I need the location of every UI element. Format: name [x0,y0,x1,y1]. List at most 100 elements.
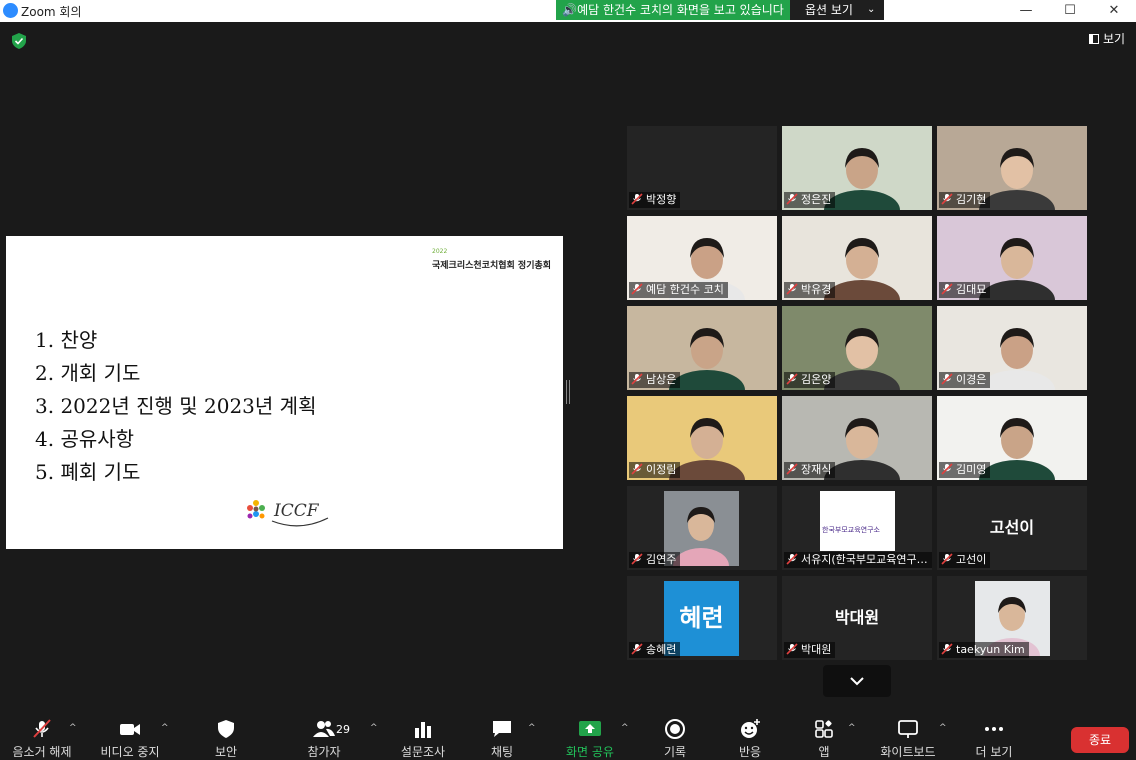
participant-logo-image: 한국부모교육연구소 [820,491,895,551]
polls-button[interactable]: 설문조사 [383,705,463,759]
view-options-button[interactable]: 옵션 보기 ⌄ [790,0,884,20]
security-button[interactable]: 보안 [186,705,266,759]
participant-name: taekyun Kim [956,643,1025,656]
participant-tile[interactable]: 예담 한건수 코치 [627,216,777,300]
caret-up-icon[interactable]: ^ [621,723,629,733]
mic-muted-icon [786,373,798,385]
participant-name: 김온양 [801,373,832,386]
mic-muted-icon [631,553,643,565]
participant-tile[interactable]: 김미영 [937,396,1087,480]
participant-display-name: 고선이 [989,518,1035,537]
panel-splitter-handle[interactable] [566,380,570,404]
participant-name-label: 박정향 [629,192,681,208]
agenda-item: 2. 개회 기도 [35,361,141,385]
view-label: 보기 [1103,32,1126,46]
share-screen-icon [579,721,601,736]
participant-name: 이경은 [956,373,987,386]
emoji-plus-icon [741,719,760,738]
close-button[interactable]: ✕ [1092,0,1136,22]
participant-tile[interactable]: 김대묘 [937,216,1087,300]
participant-name: 서유지(한국부모교육연구소) [801,553,932,566]
participant-tile[interactable]: 박유경 [782,216,932,300]
caret-up-icon[interactable]: ^ [370,723,378,733]
participant-tile[interactable]: 고선이 고선이 [937,486,1087,570]
chat-label: 채팅 [490,745,514,759]
slide-year: 2022 [432,248,448,255]
mic-muted-icon [786,193,798,205]
mic-muted-icon [941,193,953,205]
participant-name: 장재식 [801,463,832,476]
meeting-toolbar: ^ 음소거 해제 ^ 비디오 중지 보안 29 ^ 참가자 설문조사 ^ 채팅 … [0,705,1136,759]
mic-muted-icon [786,283,798,295]
maximize-button[interactable]: ☐ [1048,0,1092,22]
participant-name: 김미영 [956,463,987,476]
participant-tile[interactable]: 한국부모교육연구소서유지(한국부모교육연구소) [782,486,932,570]
participant-tile[interactable]: taekyun Kim [937,576,1087,660]
stop-video-button[interactable]: ^ 비디오 중지 [90,705,170,759]
title-bar: Zoom 회의 🔊예담 한건수 코치의 화면을 보고 있습니다 옵션 보기 ⌄ … [0,0,1136,22]
whiteboard-label: 화이트보드 [880,745,936,759]
shared-screen-slide: 2022 국제크리스천코치협회 정기총회 1. 찬양 2. 개회 기도 3. 2… [6,236,563,549]
mic-muted-icon [33,719,51,738]
participant-name: 박정향 [646,193,677,206]
whiteboard-button[interactable]: ^ 화이트보드 [868,705,948,759]
record-button[interactable]: 기록 [635,705,715,759]
participant-name: 고선이 [956,553,987,566]
participant-tile[interactable]: 장재식 [782,396,932,480]
share-screen-button[interactable]: ^ 화면 공유 [550,705,630,759]
iccf-logo: ICCF [247,500,329,527]
caret-up-icon[interactable]: ^ [528,723,536,733]
end-meeting-button[interactable]: 종료 [1071,727,1129,753]
participant-tile[interactable]: 김기현 [937,126,1087,210]
reactions-button[interactable]: 반응 [710,705,790,759]
video-camera-icon [120,724,140,735]
participant-tile[interactable]: 혜련 송혜련 [627,576,777,660]
participant-name-label: 김연주 [629,552,681,568]
minimize-button[interactable]: — [1004,0,1048,22]
participant-name: 송혜련 [646,643,677,656]
participant-tile[interactable]: 이정림 [627,396,777,480]
mic-muted-icon [631,193,643,205]
mic-muted-icon [941,373,953,385]
mic-muted-icon [941,283,953,295]
participant-name-label: 예담 한건수 코치 [629,282,728,298]
participant-tile[interactable]: 김온양 [782,306,932,390]
participant-tile[interactable]: 이경은 [937,306,1087,390]
participant-tile[interactable]: 정은진 [782,126,932,210]
unmute-button[interactable]: ^ 음소거 해제 [2,705,82,759]
window-title: Zoom 회의 [21,5,82,19]
participant-name: 김대묘 [956,283,987,296]
speaker-icon: 🔊 [562,3,578,17]
chat-button[interactable]: ^ 채팅 [462,705,542,759]
more-button[interactable]: 더 보기 [954,705,1034,759]
participant-name-label: 송혜련 [629,642,681,658]
view-layout-button[interactable]: 보기 [1089,30,1125,47]
security-label: 보안 [214,745,238,759]
apps-button[interactable]: ^ 앱 [784,705,864,759]
participant-name-label: 장재식 [784,462,836,478]
participants-button[interactable]: 29 ^ 참가자 [284,705,378,759]
participants-count: 29 [336,723,350,736]
encryption-shield-icon[interactable] [12,33,26,49]
mic-muted-icon [941,463,953,475]
caret-up-icon[interactable]: ^ [939,723,947,733]
caret-up-icon[interactable]: ^ [69,723,77,733]
participant-name-label: 정은진 [784,192,836,208]
unmute-label: 음소거 해제 [12,745,72,759]
participant-name-label: 박유경 [784,282,836,298]
caret-up-icon[interactable]: ^ [161,723,169,733]
participant-tile[interactable]: 김연주 [627,486,777,570]
gallery-next-page-button[interactable] [823,665,891,697]
participant-tile[interactable]: 박대원 박대원 [782,576,932,660]
participant-name-label: 고선이 [939,552,991,568]
participant-tile[interactable]: 박정향 [627,126,777,210]
more-dots-icon [985,727,1003,731]
layout-grid-icon [1089,34,1099,44]
slide-agenda: 1. 찬양 2. 개회 기도 3. 2022년 진행 및 2023년 계획 4.… [35,324,316,489]
mic-muted-icon [786,643,798,655]
participant-tile[interactable]: 남상은 [627,306,777,390]
mic-muted-icon [786,553,798,565]
caret-up-icon[interactable]: ^ [848,723,856,733]
sharing-banner-text: 예담 한건수 코치의 화면을 보고 있습니다 [577,3,784,17]
mic-muted-icon [631,283,643,295]
